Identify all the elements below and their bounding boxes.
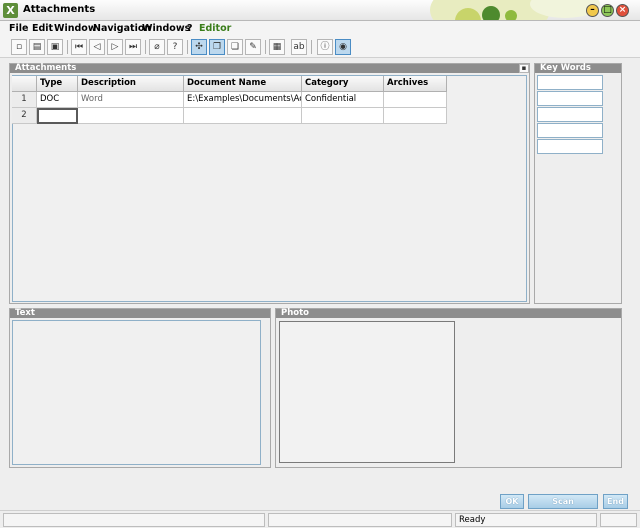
toolbar: ▫ ▤ ▣ ⏮ ◁ ▷ ⏭ ⌀ ? ✣ ❐ ❏ ✎ ▦ ab ⓘ ◉ [0, 36, 640, 58]
previous-record-icon[interactable]: ◁ [89, 39, 105, 55]
text-panel: Text [9, 308, 271, 468]
last-record-icon[interactable]: ⏭ [125, 39, 141, 55]
row-number[interactable]: 2 [12, 108, 37, 124]
app-logo-icon: X [3, 3, 18, 18]
attach-icon[interactable]: ⌀ [149, 39, 165, 55]
menu-bar: File Edit Window Navigation Windows ? Ed… [0, 21, 640, 36]
ok-button[interactable]: OK [500, 494, 524, 509]
globe-icon[interactable]: ◉ [335, 39, 351, 55]
title-bar: X Attachments – □ × [0, 0, 640, 21]
column-header-description[interactable]: Description [78, 76, 184, 92]
table-cell-archives[interactable] [384, 108, 447, 124]
decoration-icon [482, 6, 500, 20]
row-number[interactable]: 1 [12, 92, 37, 108]
window-title: Attachments [23, 4, 96, 15]
text-icon[interactable]: ab [291, 39, 307, 55]
status-segment [3, 513, 265, 527]
grid-corner [12, 76, 37, 92]
text-header: Text [10, 309, 270, 318]
close-button[interactable]: × [616, 4, 629, 17]
table-cell-document-name[interactable]: E:\Examples\Documents\Acc [184, 92, 302, 108]
menu-windows[interactable]: Windows [142, 23, 190, 34]
minimize-button[interactable]: – [586, 4, 599, 17]
column-header-category[interactable]: Category [302, 76, 384, 92]
new-icon[interactable]: ▫ [11, 39, 27, 55]
keyword-input[interactable] [537, 91, 603, 106]
text-area[interactable] [12, 320, 261, 465]
link-icon[interactable]: ✣ [191, 39, 207, 55]
menu-editor[interactable]: Editor [199, 23, 231, 34]
keywords-header: Key Words [535, 64, 621, 73]
edit-icon[interactable]: ✎ [245, 39, 261, 55]
column-header-type[interactable]: Type [37, 76, 78, 92]
menu-help[interactable]: ? [187, 23, 193, 34]
menu-edit[interactable]: Edit [32, 23, 53, 34]
next-record-icon[interactable]: ▷ [107, 39, 123, 55]
info-icon[interactable]: ⓘ [317, 39, 333, 55]
table-cell-description[interactable] [78, 108, 184, 124]
copy-icon[interactable]: ❐ [209, 39, 225, 55]
paste-icon[interactable]: ❏ [227, 39, 243, 55]
column-header-document-name[interactable]: Document Name [184, 76, 302, 92]
table-cell-description[interactable]: Word [78, 92, 184, 108]
decoration-icon [505, 10, 517, 20]
status-segment [268, 513, 452, 527]
column-header-archives[interactable]: Archives [384, 76, 447, 92]
attachments-grid[interactable]: Type Description Document Name Category … [12, 76, 447, 125]
status-bar: Ready [0, 510, 640, 528]
keyword-input[interactable] [537, 139, 603, 154]
table-cell-type-current[interactable] [37, 108, 78, 124]
help-icon[interactable]: ? [167, 39, 183, 55]
table-cell-category[interactable] [302, 108, 384, 124]
print-icon[interactable]: ▤ [29, 39, 45, 55]
maximize-button[interactable]: □ [601, 4, 614, 17]
table-cell-category[interactable]: Confidential [302, 92, 384, 108]
main-area: Attachments ▪ Type Description Document … [0, 58, 640, 528]
menu-file[interactable]: File [9, 23, 28, 34]
photo-panel: Photo [275, 308, 622, 468]
attachments-header: Attachments [10, 64, 529, 73]
photo-header: Photo [276, 309, 621, 318]
end-button[interactable]: End [603, 494, 628, 509]
table-cell-type[interactable]: DOC [37, 92, 78, 108]
keyword-input[interactable] [537, 107, 603, 122]
status-segment [600, 513, 637, 527]
photo-area[interactable] [279, 321, 455, 463]
grid-icon[interactable]: ▦ [269, 39, 285, 55]
table-cell-archives[interactable] [384, 92, 447, 108]
keyword-input[interactable] [537, 123, 603, 138]
status-text: Ready [455, 513, 597, 527]
table-cell-document-name[interactable] [184, 108, 302, 124]
print-preview-icon[interactable]: ▣ [47, 39, 63, 55]
menu-window[interactable]: Window [54, 23, 97, 34]
scan-document-button[interactable]: Scan Document [528, 494, 598, 519]
keyword-input[interactable] [537, 75, 603, 90]
panel-options-icon[interactable]: ▪ [519, 64, 529, 73]
first-record-icon[interactable]: ⏮ [71, 39, 87, 55]
